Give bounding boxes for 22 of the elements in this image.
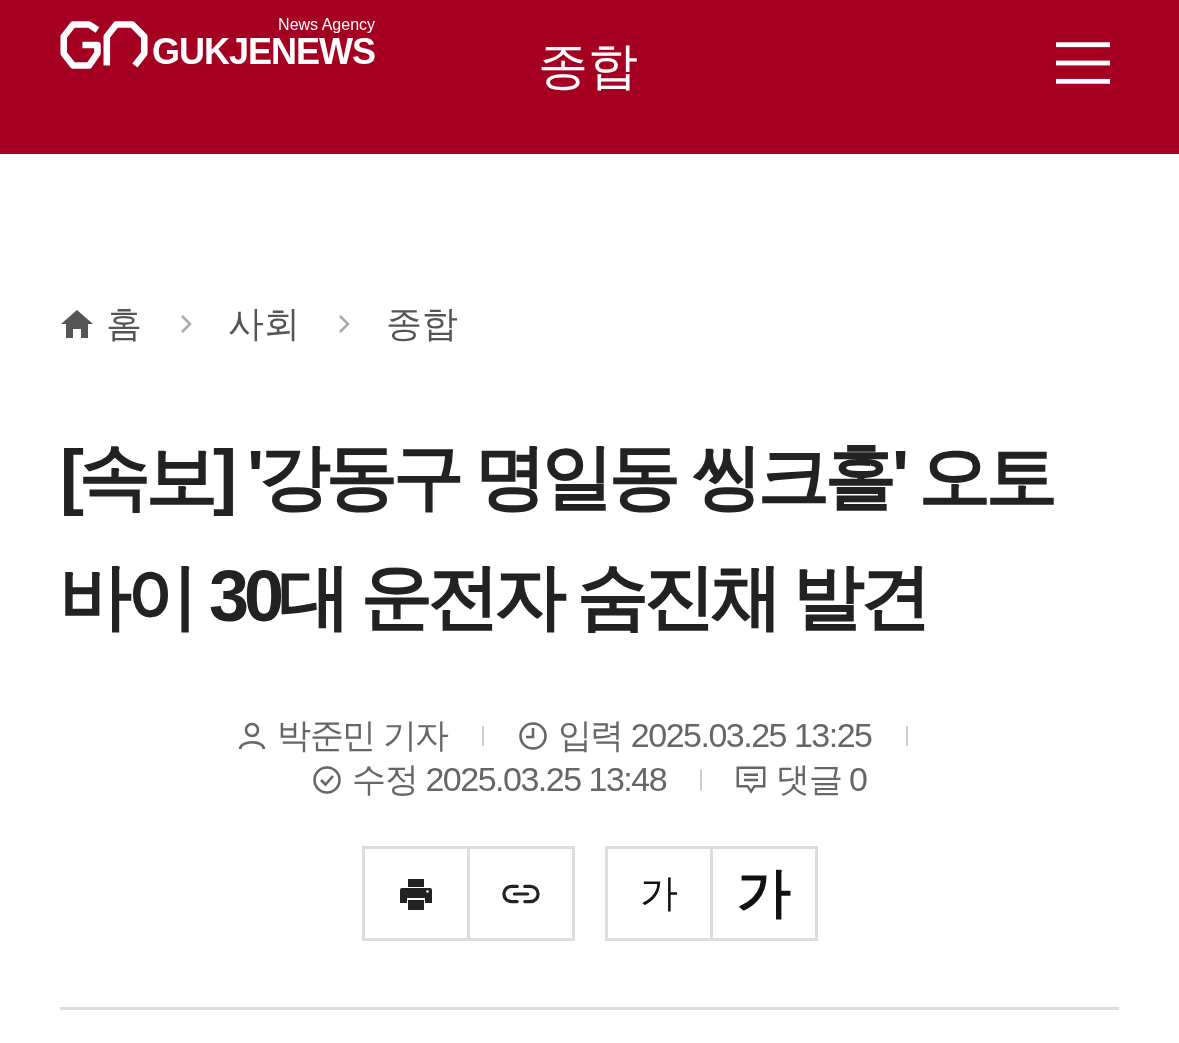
breadcrumb-link[interactable]: 사회 [228, 302, 300, 346]
breadcrumb-link[interactable]: 종합 [386, 302, 458, 346]
chevron-icon [338, 314, 350, 334]
article-headline: [속보] '강동구 명일동 씽크홀' 오토바이 30대 운전자 숨진채 발견 [60, 435, 1055, 638]
comment-icon[interactable] [736, 765, 767, 795]
print-button[interactable] [361, 846, 470, 941]
menu-icon[interactable] [1056, 42, 1110, 85]
meta-text: 댓글 0 [776, 759, 867, 800]
person-icon [237, 721, 268, 751]
meta-text: 입력 2025.03.25 13:25 [557, 715, 872, 756]
logo-tagline: News Agency [278, 16, 376, 34]
logo-text[interactable]: GUKJENEWS [152, 34, 376, 70]
logo-icon[interactable] [60, 20, 148, 70]
clock-icon [517, 721, 548, 751]
home-icon[interactable] [60, 309, 94, 339]
section-title: 종합 [538, 37, 638, 96]
chevron-icon [180, 314, 192, 334]
meta-text: 수정 2025.03.25 13:48 [352, 759, 667, 800]
font-smaller-button[interactable]: 가 [604, 846, 713, 941]
breadcrumb-link[interactable]: 홈 [106, 302, 142, 346]
check-circle-icon [312, 765, 343, 795]
meta-text: 박준민 기자 [277, 715, 448, 756]
